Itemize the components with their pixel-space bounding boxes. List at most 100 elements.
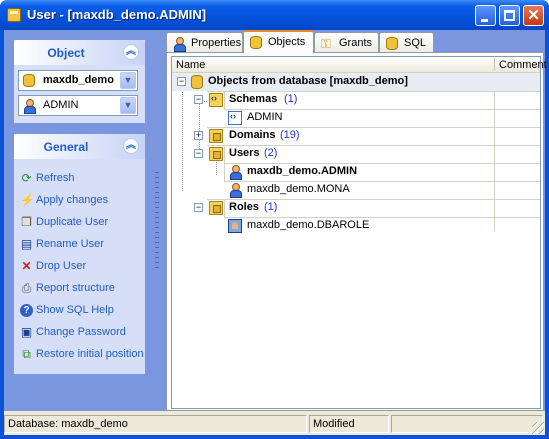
- tab-label: Grants: [339, 37, 373, 49]
- user-icon: [229, 165, 243, 180]
- object-panel-header[interactable]: Object ︽: [14, 40, 145, 65]
- schemas-icon: [209, 93, 223, 107]
- client-area: Object ︽ maxdb_demo ▼ ADMIN ▼ General ︽: [4, 30, 547, 435]
- tree-group-schemas[interactable]: − Schemas (1): [172, 91, 494, 109]
- action-duplicate-user[interactable]: ❐ Duplicate User: [20, 214, 144, 232]
- tab-sql[interactable]: SQL: [379, 32, 434, 52]
- role-icon: [228, 219, 242, 233]
- splitter-grip[interactable]: [155, 170, 159, 270]
- tree-group-domains[interactable]: + Domains (19): [172, 127, 494, 145]
- collapse-toggle[interactable]: −: [177, 77, 186, 86]
- tab-label: Properties: [191, 37, 242, 49]
- expand-toggle[interactable]: +: [194, 131, 203, 140]
- maximize-icon: [504, 10, 515, 21]
- chevron-down-icon[interactable]: ▼: [120, 72, 136, 89]
- tree-item-user-admin[interactable]: maxdb_demo.ADMIN: [172, 163, 494, 181]
- grid-column-line: [494, 73, 495, 231]
- printer-icon: ⎙: [21, 281, 32, 295]
- tree-item-user-mona[interactable]: maxdb_demo.MONA: [172, 181, 494, 199]
- action-report-structure[interactable]: ⎙ Report structure: [20, 280, 144, 298]
- group-label: Domains: [229, 129, 276, 141]
- action-refresh[interactable]: ⟳ Refresh: [20, 170, 144, 188]
- drop-icon: ✕: [21, 259, 32, 273]
- restore-icon: ⧉: [22, 347, 31, 361]
- size-grip[interactable]: [532, 422, 544, 434]
- action-apply-changes[interactable]: ⚡ Apply changes: [20, 192, 144, 210]
- status-empty-panel: [391, 415, 543, 433]
- action-label: Restore initial position: [36, 348, 144, 360]
- collapse-object-panel-button[interactable]: ︽: [123, 44, 139, 60]
- object-panel: Object ︽ maxdb_demo ▼ ADMIN ▼: [14, 40, 145, 123]
- user-combo[interactable]: ADMIN ▼: [18, 95, 138, 116]
- window-title: User - [maxdb_demo.ADMIN]: [27, 7, 207, 22]
- status-state: Modified: [309, 415, 389, 433]
- duplicate-icon: ❐: [21, 215, 32, 229]
- collapse-toggle[interactable]: −: [194, 95, 203, 104]
- group-count: (1): [264, 201, 278, 213]
- database-icon: [191, 75, 203, 89]
- action-label: Show SQL Help: [36, 304, 114, 316]
- group-label: Schemas: [229, 93, 278, 105]
- column-header-name[interactable]: Name: [176, 59, 205, 71]
- status-database: Database: maxdb_demo: [4, 415, 307, 433]
- title-bar[interactable]: User - [maxdb_demo.ADMIN] ✕: [0, 0, 549, 30]
- rename-icon: ▤: [20, 237, 33, 251]
- roles-icon: [209, 201, 223, 215]
- objects-tree-grid[interactable]: Name Comment − Objects from database [ma…: [171, 56, 547, 409]
- collapse-toggle[interactable]: −: [194, 203, 203, 212]
- action-label: Rename User: [36, 238, 104, 250]
- tree-root-label: Objects from database [maxdb_demo]: [208, 75, 408, 87]
- status-bar: Database: maxdb_demo Modified: [4, 413, 545, 435]
- column-separator[interactable]: [494, 58, 495, 71]
- tab-objects[interactable]: Objects: [243, 30, 314, 53]
- minimize-button[interactable]: [475, 5, 496, 26]
- group-label: Roles: [229, 201, 259, 213]
- action-rename-user[interactable]: ▤ Rename User: [20, 236, 144, 254]
- user-combo-value: ADMIN: [43, 99, 79, 111]
- user-icon: [173, 37, 186, 52]
- item-label: maxdb_demo.ADMIN: [247, 165, 358, 177]
- group-count: (19): [280, 129, 300, 141]
- maximize-button[interactable]: [499, 5, 520, 26]
- objects-tab-panel: Name Comment − Objects from database [ma…: [166, 52, 547, 411]
- action-drop-user[interactable]: ✕ Drop User: [20, 258, 144, 276]
- item-label: maxdb_demo.MONA: [247, 183, 350, 195]
- tree-group-users[interactable]: − Users (2): [172, 145, 494, 163]
- database-combo[interactable]: maxdb_demo ▼: [18, 70, 138, 91]
- database-icon: [250, 36, 262, 49]
- column-header-comment[interactable]: Comment: [499, 59, 547, 71]
- editor-area: Properties Objects ⚿ Grants SQL Name Com…: [160, 30, 547, 411]
- tree-item-role-dbarole[interactable]: maxdb_demo.DBAROLE: [172, 217, 494, 235]
- tab-grants[interactable]: ⚿ Grants: [314, 32, 379, 52]
- navigation-bar: Object ︽ maxdb_demo ▼ ADMIN ▼ General ︽: [4, 30, 154, 411]
- action-restore-initial-position[interactable]: ⧉ Restore initial position: [20, 346, 144, 364]
- action-label: Report structure: [36, 282, 115, 294]
- grid-header: Name Comment: [172, 57, 547, 73]
- action-label: Drop User: [36, 260, 87, 272]
- tree-root-row[interactable]: − Objects from database [maxdb_demo]: [172, 73, 540, 91]
- group-count: (2): [264, 147, 278, 159]
- chevron-down-icon[interactable]: ▼: [120, 97, 136, 114]
- password-icon: ▣: [20, 325, 33, 339]
- group-label: Users: [229, 147, 260, 159]
- tree-group-roles[interactable]: − Roles (1): [172, 199, 494, 217]
- tree-item-schema-admin[interactable]: ADMIN: [172, 109, 494, 127]
- action-show-sql-help[interactable]: ? Show SQL Help: [20, 302, 144, 320]
- collapse-general-panel-button[interactable]: ︽: [123, 138, 139, 154]
- object-panel-title: Object: [47, 46, 85, 60]
- action-label: Refresh: [36, 172, 75, 184]
- general-panel-header[interactable]: General ︽: [14, 134, 145, 159]
- help-icon: ?: [20, 304, 33, 317]
- apply-icon: ⚡: [20, 193, 35, 207]
- action-label: Apply changes: [36, 194, 109, 206]
- close-button[interactable]: ✕: [523, 5, 544, 26]
- key-icon: ⚿: [321, 36, 331, 51]
- collapse-toggle[interactable]: −: [194, 149, 203, 158]
- action-change-password[interactable]: ▣ Change Password: [20, 324, 144, 342]
- database-combo-value: maxdb_demo: [43, 74, 114, 86]
- users-icon: [209, 147, 223, 161]
- main-window: User - [maxdb_demo.ADMIN] ✕ Object ︽ max…: [0, 0, 549, 439]
- tab-properties[interactable]: Properties: [166, 32, 243, 52]
- tab-label: Objects: [268, 36, 306, 48]
- close-icon: ✕: [527, 7, 540, 24]
